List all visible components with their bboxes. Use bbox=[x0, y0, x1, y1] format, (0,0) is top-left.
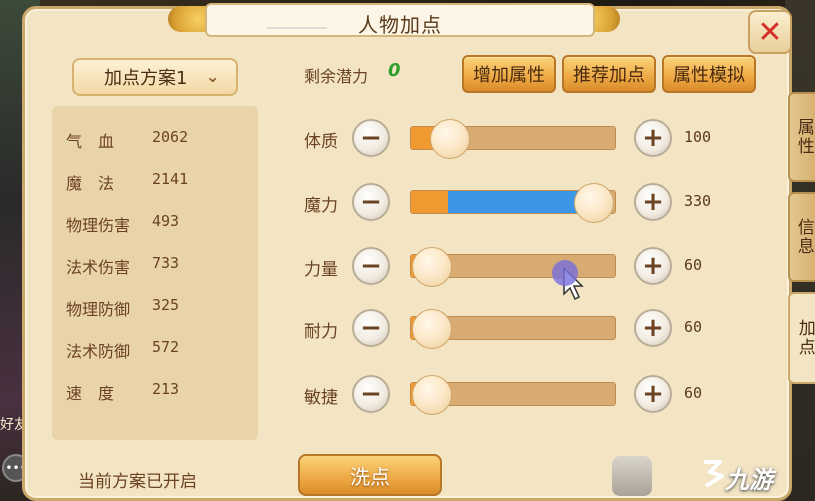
extra-action-button[interactable] bbox=[612, 456, 652, 496]
increase-button[interactable]: + bbox=[634, 375, 672, 413]
minus-icon: − bbox=[360, 379, 382, 409]
touch-indicator bbox=[552, 260, 578, 286]
potential-value: 0 bbox=[388, 60, 401, 81]
plus-icon: + bbox=[642, 313, 664, 343]
minus-icon: − bbox=[360, 187, 382, 217]
watermark-logo-icon bbox=[704, 460, 724, 488]
increase-button[interactable]: + bbox=[634, 119, 672, 157]
page-title: 人物加点 bbox=[358, 13, 442, 37]
slider-knob[interactable] bbox=[430, 119, 471, 159]
plus-icon: + bbox=[642, 251, 664, 281]
increase-button[interactable]: + bbox=[634, 309, 672, 347]
minus-icon: − bbox=[360, 313, 382, 343]
side-tab-label: 属性 bbox=[793, 118, 814, 156]
attribute-slider[interactable] bbox=[410, 119, 616, 159]
stat-value: 572 bbox=[152, 338, 180, 356]
attribute-slider[interactable] bbox=[410, 375, 616, 415]
wash-points-button[interactable]: 洗点 bbox=[298, 454, 442, 496]
attribute-value: 60 bbox=[684, 384, 703, 402]
stat-label: 物理伤害 bbox=[66, 216, 131, 235]
title-bar: 人物加点 bbox=[205, 3, 595, 37]
plus-icon: + bbox=[642, 187, 664, 217]
stat-value: 213 bbox=[152, 380, 180, 398]
side-tab[interactable]: 加点 bbox=[788, 292, 815, 384]
attribute-label: 力量 bbox=[304, 260, 338, 280]
attribute-label: 体质 bbox=[304, 132, 338, 152]
potential-label: 剩余潜力 bbox=[304, 67, 369, 86]
stat-row: 法术防御 572 bbox=[66, 338, 180, 361]
stat-value: 733 bbox=[152, 254, 180, 272]
stat-row: 速 度 213 bbox=[66, 380, 180, 403]
recommend-points-button[interactable]: 推荐加点 bbox=[562, 55, 656, 93]
plus-icon: + bbox=[642, 379, 664, 409]
attribute-value: 60 bbox=[684, 318, 703, 336]
slider-knob[interactable] bbox=[411, 247, 452, 287]
add-attribute-button[interactable]: 增加属性 bbox=[462, 55, 556, 93]
stat-row: 魔 法 2141 bbox=[66, 170, 189, 193]
stat-label: 物理防御 bbox=[66, 300, 131, 319]
decrease-button[interactable]: − bbox=[352, 247, 390, 285]
scheme-selected-label: 加点方案1 bbox=[104, 68, 188, 89]
stat-row: 物理防御 325 bbox=[66, 296, 180, 319]
side-tab-label: 加点 bbox=[794, 319, 815, 357]
slider-knob[interactable] bbox=[411, 375, 452, 415]
slider-knob[interactable] bbox=[411, 309, 452, 349]
stat-label: 气 血 bbox=[66, 132, 115, 151]
stat-value: 325 bbox=[152, 296, 180, 314]
decrease-button[interactable]: − bbox=[352, 119, 390, 157]
attribute-value: 100 bbox=[684, 128, 712, 146]
minus-icon: − bbox=[360, 123, 382, 153]
chevron-down-icon: ⌄ bbox=[206, 67, 220, 86]
plus-icon: + bbox=[642, 123, 664, 153]
side-tab-label: 信息 bbox=[793, 218, 814, 256]
increase-button[interactable]: + bbox=[634, 247, 672, 285]
base-points-fill bbox=[411, 191, 449, 213]
stat-value: 493 bbox=[152, 212, 180, 230]
decrease-button[interactable]: − bbox=[352, 183, 390, 221]
attribute-slider[interactable] bbox=[410, 309, 616, 349]
attribute-label: 魔力 bbox=[304, 196, 338, 216]
stat-row: 物理伤害 493 bbox=[66, 212, 180, 235]
attribute-label: 敏捷 bbox=[304, 388, 338, 408]
stat-label: 魔 法 bbox=[66, 174, 115, 193]
attribute-slider[interactable] bbox=[410, 183, 616, 223]
watermark-text: 九游 bbox=[725, 466, 773, 494]
stat-value: 2062 bbox=[152, 128, 189, 146]
side-tab[interactable]: 信息 bbox=[788, 192, 815, 282]
decrease-button[interactable]: − bbox=[352, 375, 390, 413]
scheme-status-text: 当前方案已开启 bbox=[78, 472, 197, 492]
stat-row: 气 血 2062 bbox=[66, 128, 189, 151]
close-button[interactable]: ✕ bbox=[748, 10, 792, 54]
increase-button[interactable]: + bbox=[634, 183, 672, 221]
minus-icon: − bbox=[360, 251, 382, 281]
decrease-button[interactable]: − bbox=[352, 309, 390, 347]
close-icon: ✕ bbox=[757, 14, 783, 50]
attribute-value: 60 bbox=[684, 256, 703, 274]
attribute-simulate-button[interactable]: 属性模拟 bbox=[662, 55, 756, 93]
scheme-dropdown[interactable]: 加点方案1 ⌄ bbox=[72, 58, 238, 96]
added-points-fill bbox=[448, 191, 580, 213]
side-tab[interactable]: 属性 bbox=[788, 92, 815, 182]
attribute-value: 330 bbox=[684, 192, 712, 210]
stat-label: 速 度 bbox=[66, 384, 115, 403]
stat-value: 2141 bbox=[152, 170, 189, 188]
stat-label: 法术伤害 bbox=[66, 258, 131, 277]
stat-row: 法术伤害 733 bbox=[66, 254, 180, 277]
attribute-label: 耐力 bbox=[304, 322, 338, 342]
stat-label: 法术防御 bbox=[66, 342, 131, 361]
